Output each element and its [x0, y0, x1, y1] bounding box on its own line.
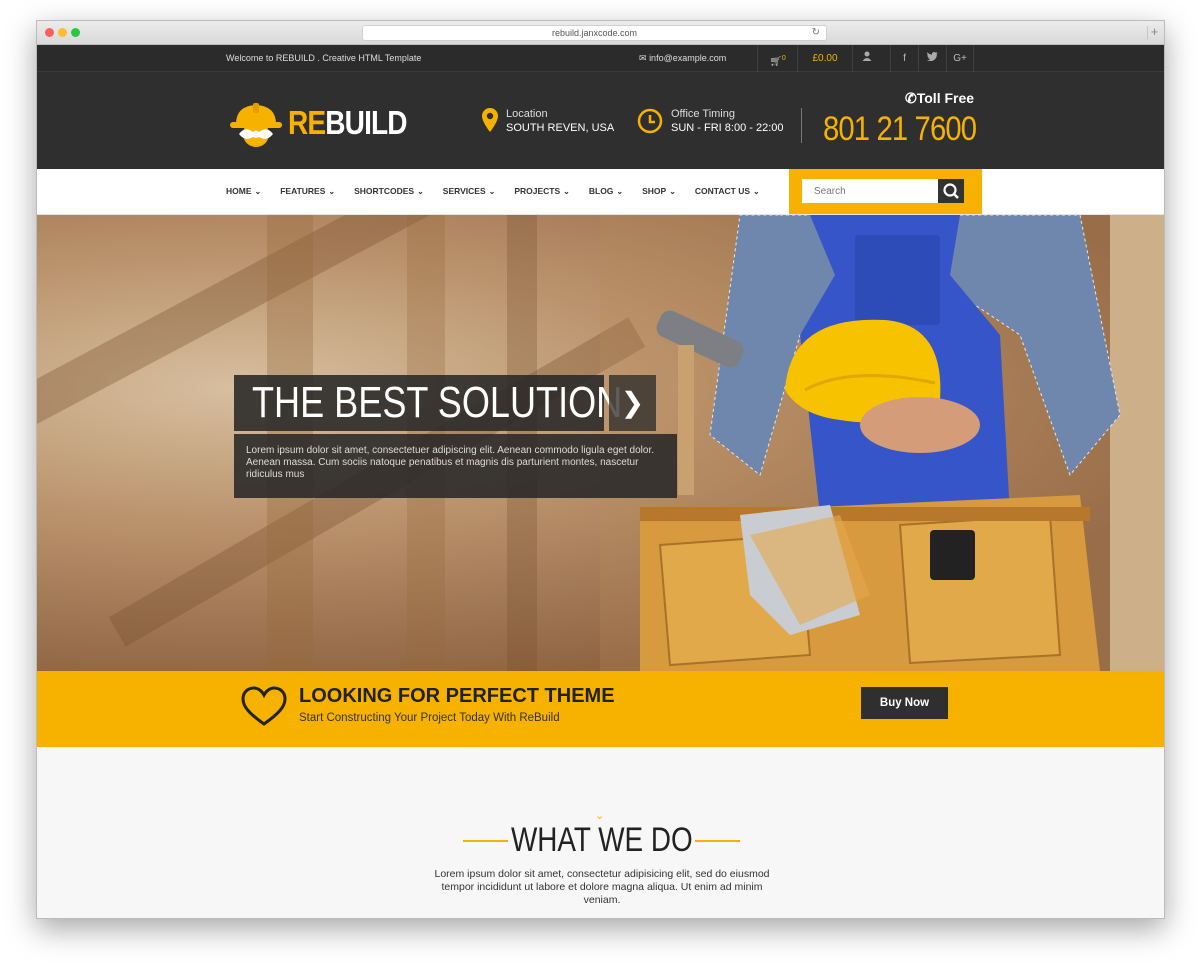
address-bar[interactable]: rebuild.janxcode.com ↻	[362, 25, 827, 41]
location-label: Location	[506, 108, 548, 120]
cart-total[interactable]: £0.00	[797, 45, 852, 72]
chevron-down-icon: ⌄	[417, 187, 424, 196]
hero-text: Lorem ipsum dolor sit amet, consectetuer…	[234, 434, 677, 498]
welcome-text: Welcome to REBUILD . Creative HTML Templ…	[226, 53, 422, 63]
phone-icon: ✆	[905, 90, 917, 106]
email-link[interactable]: ✉ info@example.com	[639, 53, 726, 64]
hero-caption: THE BEST SOLUTION ❯ Lorem ipsum dolor si…	[234, 375, 677, 498]
nav-item-contact-us[interactable]: CONTACT US ⌄	[695, 186, 760, 196]
email-text: info@example.com	[649, 53, 727, 63]
cart-count: 0	[781, 55, 786, 62]
close-window-button[interactable]	[45, 28, 54, 37]
reload-icon[interactable]: ↻	[812, 26, 820, 40]
phone-number[interactable]: 801 21 7600	[823, 110, 977, 149]
envelope-icon: ✉	[639, 53, 647, 63]
chevron-down-icon: ⌄	[753, 187, 760, 196]
hero-title: THE BEST SOLUTION	[234, 375, 622, 431]
buy-now-button[interactable]: Buy Now	[861, 687, 948, 719]
chevron-down-icon: ⌄	[328, 187, 336, 196]
chevron-down-icon: ⌄	[488, 187, 496, 196]
nav-item-home[interactable]: HOME ⌄	[226, 186, 261, 196]
logo[interactable]: REBUILD	[227, 100, 408, 147]
main-nav: HOME ⌄ FEATURES ⌄ SHORTCODES ⌄ SERVICES ⌄ PR…	[37, 169, 1164, 215]
nav-item-projects[interactable]: PROJECTS ⌄	[514, 186, 570, 196]
chevron-down-icon: ⌄	[254, 187, 262, 196]
logo-text: REBUILD	[288, 104, 408, 141]
cart-icon: 🛒︎	[769, 56, 782, 68]
nav-menu: HOME ⌄ FEATURES ⌄ SHORTCODES ⌄ SERVICES ⌄ PR…	[226, 186, 779, 196]
google-plus-icon[interactable]: G+	[946, 45, 974, 72]
maximize-window-button[interactable]	[71, 28, 80, 37]
hero-slider: THE BEST SOLUTION ❯ Lorem ipsum dolor si…	[37, 215, 1164, 671]
user-icon[interactable]	[852, 45, 880, 72]
nav-item-features[interactable]: FEATURES ⌄	[280, 186, 335, 196]
timing-label: Office Timing	[671, 108, 735, 120]
browser-chrome: rebuild.janxcode.com ↻ +	[37, 21, 1164, 45]
clock-icon	[637, 108, 663, 134]
hero-worker-image	[600, 215, 1164, 671]
cta-banner: LOOKING FOR PERFECT THEME Start Construc…	[37, 671, 1164, 747]
header-divider	[801, 108, 802, 143]
minimize-window-button[interactable]	[58, 28, 67, 37]
nav-item-shop[interactable]: SHOP ⌄	[642, 186, 676, 196]
hardhat-mustache-icon	[230, 103, 282, 147]
location-value: SOUTH REVEN, USA	[506, 122, 615, 134]
chevron-right-icon: ❯	[620, 387, 645, 418]
browser-window: rebuild.janxcode.com ↻ + Welcome to REBU…	[36, 20, 1165, 919]
map-pin-icon	[482, 108, 498, 132]
nav-item-blog[interactable]: BLOG ⌄	[589, 186, 623, 196]
nav-item-shortcodes[interactable]: SHORTCODES ⌄	[354, 186, 424, 196]
next-slide-button[interactable]: ❯	[609, 375, 656, 431]
twitter-icon[interactable]	[918, 45, 946, 72]
search-icon	[943, 183, 959, 199]
cart-button[interactable]: 🛒︎0	[757, 45, 797, 72]
url-text: rebuild.janxcode.com	[551, 28, 638, 38]
site-header: REBUILD Location SOUTH REVEN, USA Office…	[37, 72, 1164, 169]
new-tab-button[interactable]: +	[1147, 25, 1161, 40]
nav-item-services[interactable]: SERVICES ⌄	[443, 186, 496, 196]
section-title: WHAT WE DO	[510, 821, 693, 859]
top-bar: Welcome to REBUILD . Creative HTML Templ…	[37, 45, 1164, 72]
title-line-right	[695, 840, 740, 842]
chevron-down-icon: ⌄	[563, 187, 570, 196]
heart-icon	[241, 686, 287, 726]
search-box	[789, 169, 982, 214]
section-description: Lorem ipsum dolor sit amet, consectetur …	[434, 868, 770, 906]
toll-free-label: ✆Toll Free	[905, 90, 975, 106]
chevron-down-icon: ⌄	[616, 187, 624, 196]
cta-title: LOOKING FOR PERFECT THEME	[299, 685, 615, 707]
search-button[interactable]	[938, 179, 964, 203]
timing-value: SUN - FRI 8:00 - 22:00	[671, 122, 784, 134]
cta-subtitle: Start Constructing Your Project Today Wi…	[299, 712, 560, 724]
chevron-down-icon: ⌄	[669, 187, 676, 196]
what-we-do-section: ⌄ WHAT WE DO Lorem ipsum dolor sit amet,…	[37, 747, 1164, 918]
facebook-icon[interactable]: f	[890, 45, 918, 72]
search-input[interactable]	[802, 179, 939, 203]
